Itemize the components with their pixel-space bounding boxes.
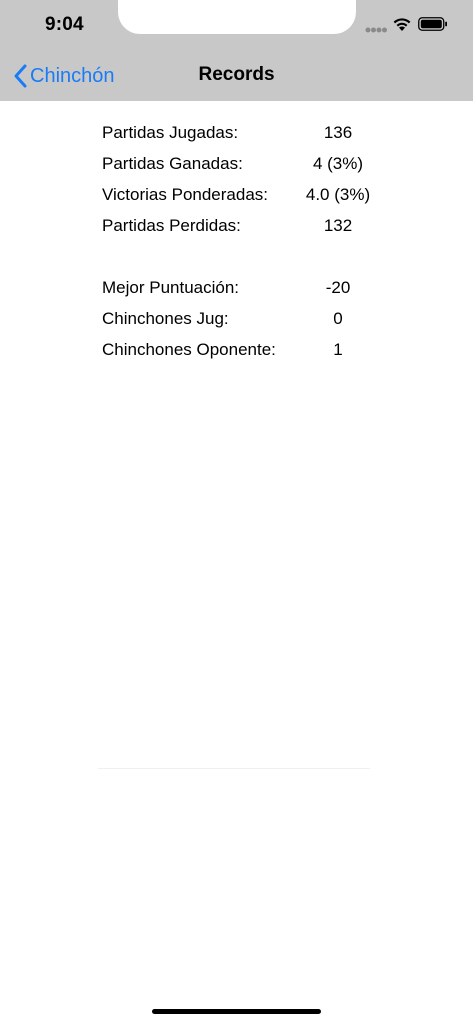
stat-row-weighted-wins: Victorias Ponderadas: 4.0 (3%) xyxy=(0,180,473,210)
stat-row-games-won: Partidas Ganadas: 4 (3%) xyxy=(0,149,473,179)
stat-label: Chinchones Jug: xyxy=(102,309,229,328)
stat-label: Victorias Ponderadas: xyxy=(102,185,269,204)
stat-label: Mejor Puntuación: xyxy=(102,278,240,297)
status-time: 9:04 xyxy=(45,14,84,35)
stat-label: Partidas Perdidas: xyxy=(102,216,241,235)
stat-value: 132 xyxy=(323,216,353,235)
stat-row-best-score: Mejor Puntuación: -20 xyxy=(0,273,473,303)
wifi-icon xyxy=(393,18,411,31)
home-indicator[interactable] xyxy=(152,1009,321,1014)
stat-row-player-chinchones: Chinchones Jug: 0 xyxy=(0,304,473,334)
divider xyxy=(98,768,370,769)
navigation-bar: 9:04 Chinchón Records xyxy=(0,0,473,101)
stat-value: 0 xyxy=(333,309,343,328)
stat-value: 4.0 (3%) xyxy=(305,185,371,204)
stat-row-games-lost: Partidas Perdidas: 132 xyxy=(0,211,473,241)
battery-icon xyxy=(418,17,447,31)
stat-label: Partidas Jugadas: xyxy=(102,123,239,142)
device-notch xyxy=(118,0,356,34)
stat-value: 136 xyxy=(323,123,353,142)
stat-label: Partidas Ganadas: xyxy=(102,154,243,173)
stat-label: Chinchones Oponente: xyxy=(102,340,276,359)
stat-value: -20 xyxy=(325,278,351,297)
stat-row-opponent-chinchones: Chinchones Oponente: 1 xyxy=(0,335,473,365)
stat-value: 4 (3%) xyxy=(312,154,364,173)
stat-row-games-played: Partidas Jugadas: 136 xyxy=(0,118,473,148)
page-title: Records xyxy=(198,64,275,85)
stat-value: 1 xyxy=(333,340,343,359)
signal-dots-icon xyxy=(365,27,387,33)
